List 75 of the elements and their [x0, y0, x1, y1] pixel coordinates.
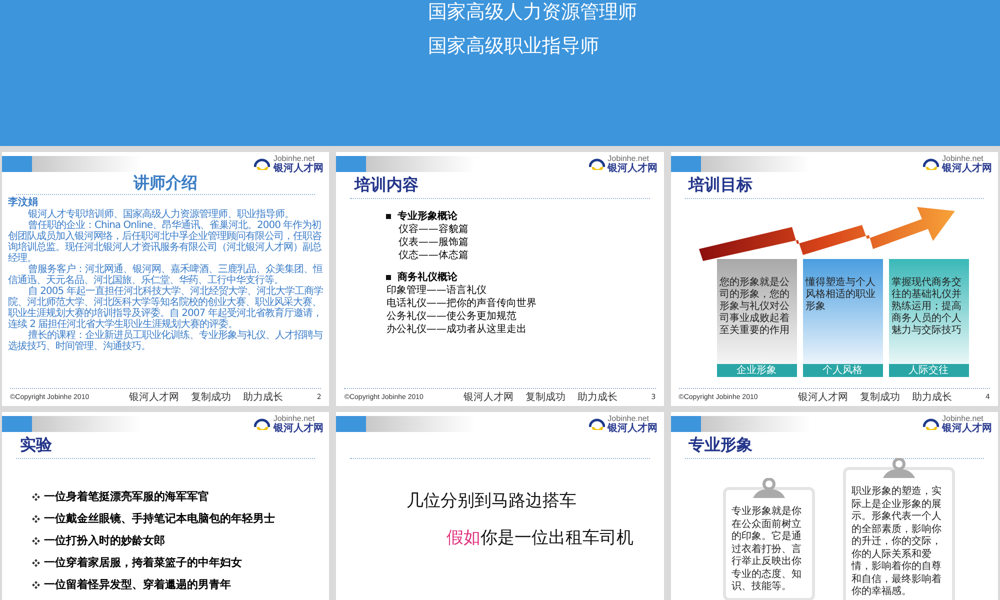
- bio-paragraph: 银河人才专职培训师、国家高级人力资源管理师、职业指导师。: [27, 209, 295, 220]
- bullet-icon: [32, 536, 40, 544]
- logo-icon: [588, 418, 605, 430]
- logo-icon: [588, 158, 605, 170]
- goal-text: 掌握现代商务交往的基础礼仪并熟练运用；提高商务人员的个人魅力与交际技巧: [890, 277, 963, 337]
- logo-brand: Jobinhe.net: [608, 414, 650, 423]
- footer-slogan: 助力成长: [912, 390, 952, 404]
- goal-label: 个人风格: [802, 364, 883, 377]
- footer-slogan: 银河人才网: [463, 390, 514, 404]
- outline-item: 公务礼仪——使公务更加规范: [386, 310, 518, 323]
- logo-brand: Jobinhe.net: [942, 154, 984, 163]
- statement-text: 假如你是一位出租车司机: [445, 527, 634, 549]
- card-text: 专业形象就是你在公众面前树立的印象。它是通过衣着打扮、言行举止反映出你专业的态度、知识、技能等。: [732, 506, 802, 592]
- bullet-text: 一位留着怪异发型、穿着邋遢的男青年: [44, 577, 231, 592]
- slide-thumbnail[interactable]: Jobinhe.net 银河人才网 几位分别到马路边搭车 假如你是一位出租车司机: [336, 412, 664, 600]
- goal-text: 懂得塑造与个人风格相适的职业形象: [804, 277, 877, 313]
- logo-name: 银河人才网: [608, 164, 658, 174]
- section-heading: 专业形象概论: [397, 210, 458, 223]
- outline-item: 仪态——体态篇: [397, 249, 470, 262]
- bio-paragraph: 曾服务客户：河北网通、银河网、嘉禾啤酒、三鹿乳品、众美集团、恒信通迅、天元名品、河北国旅、乐仁堂、华药、工行中华支行等。: [8, 264, 324, 286]
- bullet-icon: [32, 580, 40, 588]
- footer-slogan: 银河人才网: [798, 390, 848, 404]
- goal-label: 企业形象: [716, 364, 797, 377]
- logo-name: 银河人才网: [273, 424, 324, 434]
- outline-item: 办公礼仪——成功者从这里走出: [386, 323, 528, 336]
- footer-slogan: 助力成长: [577, 390, 618, 404]
- footer-slogan: 复制成功: [191, 390, 232, 404]
- slide-text: 国家高级职业指导师: [428, 34, 600, 58]
- bullet-icon: [386, 214, 392, 218]
- outline-item: 电话礼仪——把你的声音传向世界: [386, 297, 538, 310]
- logo-brand: Jobinhe.net: [942, 414, 984, 423]
- bullet-text: 一位穿着家居服，挎着菜篮子的中年妇女: [44, 555, 242, 570]
- bullet-icon: [386, 274, 392, 280]
- outline-item: 仪容——容貌篇: [397, 223, 470, 236]
- bio-paragraph: 曾任职的企业：China Online、昂华通讯、雀巢河北。2000 年作为初创团队成员加入银河网络，后任职河北中孚企业管理顾问有限公司，任职咨询培训总监。现任河北银河人才资讯服务有限公司（河北银河人才网）副总经理。: [8, 220, 322, 264]
- bullet-text: 一位戴金丝眼镜、手持笔记本电脑包的年轻男士: [44, 511, 275, 526]
- slide-thumbnail[interactable]: [2, 152, 330, 406]
- logo-icon: [254, 418, 270, 430]
- goal-text: 您的形象就是公司的形象，您的形象与礼仪对公司事业成败起着至关重要的作用: [718, 277, 791, 337]
- card-text: 职业形象的塑造，实际上是企业形象的展示。形象代表一个人的全部素质，影响你的升迁，你的交际，你的人际关系和爱情，影响着你的自尊和自信，最终影响着你的幸福感。: [852, 486, 942, 597]
- logo-name: 银河人才网: [942, 424, 992, 434]
- logo-icon: [923, 158, 939, 170]
- trainer-name: 李汶娟: [8, 197, 39, 209]
- bullet-text: 一位打扮入时的妙龄女郎: [44, 533, 165, 548]
- goal-label: 人际交往: [888, 364, 969, 377]
- section-heading: 商务礼仪概论: [397, 270, 458, 284]
- footer-slogan: 复制成功: [860, 390, 900, 404]
- slide-thumbnail[interactable]: Jobinhe.net 银河人才网 专业形象 专业形象就是你在公众面前树立的印象。它是通过衣着打扮、言行举止反映出你专业的态度、知识、技能等。 职业形象的塑造，实际上是企业形象的展示。形象代表一个人的全部素质，影响你的升迁，你的交际，你的人际关系和爱情，影响着你的自尊和自信，最终影响着你的幸福感。: [670, 412, 998, 600]
- logo-brand: Jobinhe.net: [608, 154, 650, 163]
- outline-item: 印象管理——语言礼仪: [386, 284, 488, 297]
- logo-name: 银河人才网: [273, 164, 324, 174]
- footer-slogan: 助力成长: [243, 390, 284, 404]
- bullet-icon: [32, 514, 40, 522]
- slide-title: 实验: [19, 434, 53, 456]
- slide-text: 国家高级人力资源管理师: [428, 0, 638, 24]
- logo-brand: Jobinhe.net: [273, 154, 316, 163]
- outline-item: 仪表——服饰篇: [397, 236, 470, 249]
- logo-icon: [254, 158, 270, 170]
- slide-title: 讲师介绍: [132, 174, 199, 192]
- bio-paragraph: 擅长的课程：企业新进员工职业化训练、专业形象与礼仪、人才招聘与选拔技巧、时间管理、沟通技巧。: [8, 330, 324, 352]
- logo-icon: [923, 418, 939, 430]
- bullet-text: 一位身着笔挺漂亮军服的海军军官: [44, 489, 209, 504]
- footer-slogan: 复制成功: [525, 390, 566, 404]
- slide-title: 培训内容: [353, 174, 420, 196]
- logo-brand: Jobinhe.net: [273, 414, 316, 423]
- logo-name: 银河人才网: [942, 164, 992, 174]
- slide-title: 培训目标: [687, 174, 754, 196]
- slide-thumbnail[interactable]: Jobinhe.net 银河人才网 实验 一位身着笔挺漂亮军服的海军军官 一位戴金丝眼镜、手持笔记本电脑包的年轻男士 一位打扮入时的妙龄女郎 一位穿着家居服，挎着菜篮子的中年妇女 一位留着怪异发型、穿着邋遢的男青年: [2, 412, 330, 600]
- footer-slogan: 银河人才网: [129, 390, 180, 404]
- bullet-icon: [32, 558, 40, 566]
- bio-paragraph: 自 2005 年起一直担任河北科技大学、河北经贸大学、河北大学工商学院、河北师范大学、河北医科大学等知名院校的创业大赛、职业风采大赛、职业生涯规划大赛的培训指导及评委。自 2007 年起受河北省教育厅邀请，连续 2 届担任河北省大学生职业生涯规划大赛的评委。: [8, 286, 324, 330]
- slide-title: 专业形象: [688, 434, 754, 456]
- logo-name: 银河人才网: [608, 424, 658, 434]
- statement-text: 几位分别到马路边搭车: [406, 490, 578, 512]
- bullet-icon: [32, 492, 40, 500]
